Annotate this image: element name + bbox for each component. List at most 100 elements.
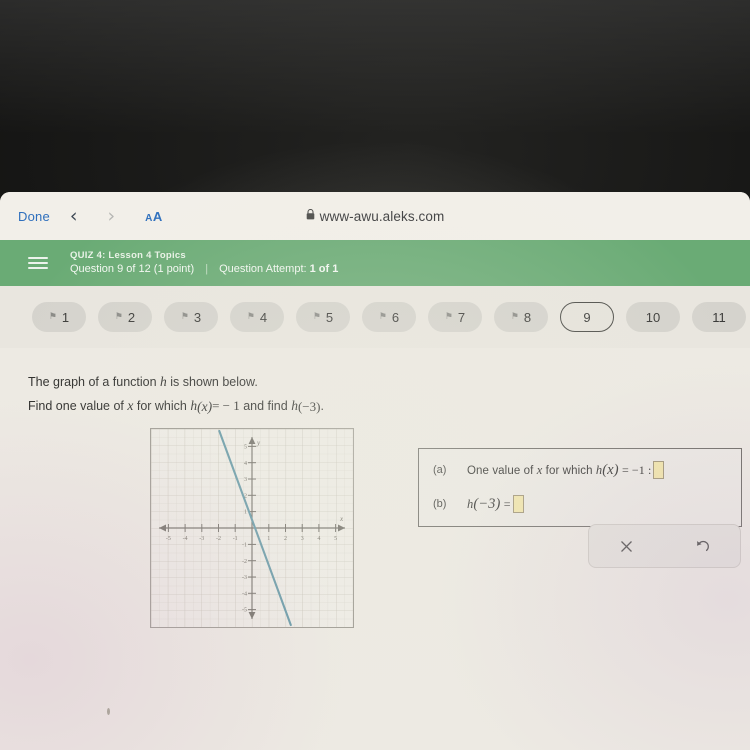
svg-text:-3: -3 (242, 575, 247, 581)
answer-row-a: (a) One value of x for which h(x) = −1 : (433, 461, 727, 479)
svg-text:-3: -3 (199, 536, 204, 542)
prompt-line-2: Find one value of x for which h(x)= − 1 … (28, 394, 722, 419)
quiz-title: QUIZ 4: Lesson 4 Topics (70, 249, 186, 261)
answer-a-text: One value of x for which h(x) = −1 : (467, 462, 651, 479)
question-tab-9[interactable]: 9 (560, 302, 614, 332)
aleks-quiz-header: QUIZ 4: Lesson 4 Topics Question 9 of 12… (0, 240, 750, 286)
question-tab-10[interactable]: 10 (626, 302, 680, 332)
answer-a-label: (a) (433, 464, 447, 476)
flag-icon: ⚑ (378, 310, 387, 321)
url-text: www-awu.aleks.com (319, 208, 445, 224)
hamburger-menu-icon[interactable] (28, 257, 48, 269)
attempt-value: 1 of 1 (309, 262, 339, 275)
prompt-text-e: and find (239, 398, 292, 413)
prompt-text-a: The graph of a function (28, 375, 161, 389)
svg-text:-4: -4 (242, 591, 247, 597)
header-separator: | (205, 262, 209, 275)
prompt-text-c: Find one value of (28, 398, 128, 413)
question-tab-4[interactable]: ⚑ 4 (230, 302, 284, 332)
question-tab-label: 3 (193, 309, 202, 325)
flag-icon: ⚑ (180, 310, 189, 321)
question-tab-label: 4 (259, 309, 268, 325)
question-progress: Question 9 of 12 (1 point) (70, 262, 195, 275)
graph-svg: -5 -4 -3 -2 -1 1 2 3 4 5 5 4 3 2 1 -1 -2… (151, 429, 353, 627)
forward-chevron-icon[interactable]: › (108, 206, 116, 226)
flag-icon: ⚑ (444, 310, 453, 321)
svg-text:3: 3 (244, 477, 247, 483)
answer-a-text-before: One value of (467, 464, 537, 477)
answer-a-equals: = −1 : (621, 462, 652, 477)
svg-text:-1: -1 (242, 543, 247, 549)
answer-a-input[interactable] (653, 461, 665, 479)
back-chevron-icon[interactable]: ‹ (70, 206, 78, 226)
answer-row-b: (b) h(−3) = (433, 495, 727, 513)
answer-a-fn-arg: (x) (602, 461, 619, 478)
question-tab-6[interactable]: ⚑ 6 (362, 302, 416, 332)
question-tab-label: 11 (712, 309, 726, 325)
lock-icon (306, 208, 315, 223)
answer-b-fn-arg: (−3) (473, 495, 501, 512)
answer-b-input[interactable] (512, 495, 524, 513)
attempt-label: Question Attempt: (219, 262, 310, 275)
question-tab-label: 9 (583, 309, 591, 325)
answer-tool-buttons (588, 524, 741, 568)
prompt-arg-neg3: (−3) (297, 398, 321, 414)
prompt-function-h: h (160, 374, 167, 389)
svg-text:1: 1 (244, 510, 247, 516)
svg-text:1: 1 (267, 536, 270, 542)
answer-b-equals: = (503, 496, 511, 511)
flag-icon: ⚑ (114, 310, 123, 321)
tablet-screen: Done ‹ › AA www-awu.aleks.com QUIZ 4: Le (0, 192, 750, 750)
answer-a-text-mid: for which (542, 464, 596, 477)
text-size-small-a: A (145, 212, 153, 224)
undo-arrow-icon (696, 540, 709, 551)
answer-b-label: (b) (433, 498, 447, 510)
browser-toolbar: Done ‹ › AA www-awu.aleks.com (0, 192, 750, 240)
undo-button[interactable] (665, 539, 741, 554)
question-tab-label: 2 (127, 309, 136, 325)
svg-text:-1: -1 (233, 536, 238, 542)
svg-text:-5: -5 (166, 536, 171, 542)
question-tab-2[interactable]: ⚑ 2 (98, 302, 152, 332)
flag-icon: ⚑ (312, 310, 321, 321)
text-size-button[interactable]: AA (145, 209, 163, 224)
question-tab-label: 6 (391, 309, 400, 325)
photo-speck (107, 708, 110, 715)
prompt-equals-neg1: = − 1 (212, 397, 240, 413)
question-tab-label: 7 (457, 309, 466, 325)
question-tab-11[interactable]: 11 (692, 302, 746, 332)
clear-button[interactable] (589, 540, 665, 553)
question-tab-label: 8 (523, 309, 532, 325)
svg-text:2: 2 (284, 536, 287, 542)
text-size-large-a: A (152, 208, 163, 224)
answer-panel: (a) One value of x for which h(x) = −1 :… (418, 448, 742, 527)
question-tab-8[interactable]: ⚑ 8 (494, 302, 548, 332)
question-tab-label: 1 (61, 309, 70, 325)
svg-text:-2: -2 (242, 559, 247, 565)
question-tab-1[interactable]: ⚑ 1 (32, 302, 86, 332)
question-content: The graph of a function h is shown below… (0, 348, 750, 628)
prompt-text-b: is shown below. (166, 375, 258, 389)
svg-text:5: 5 (244, 445, 247, 451)
prompt-function-h3: h (291, 397, 298, 413)
close-x-icon (621, 540, 633, 552)
svg-text:5: 5 (334, 536, 337, 542)
svg-text:-2: -2 (216, 536, 221, 542)
question-tab-strip[interactable]: ⚑ 1 ⚑ 2 ⚑ 3 ⚑ 4 ⚑ 5 ⚑ 6 ⚑ 7 ⚑ 8 9 10 11 (0, 286, 750, 348)
svg-text:-4: -4 (183, 536, 188, 542)
done-button[interactable]: Done (18, 209, 50, 224)
question-tab-5[interactable]: ⚑ 5 (296, 302, 350, 332)
question-prompt: The graph of a function h is shown below… (28, 370, 722, 419)
question-tab-3[interactable]: ⚑ 3 (164, 302, 218, 332)
prompt-text-d: for which (133, 398, 191, 413)
prompt-period: . (320, 398, 324, 413)
svg-text:4: 4 (317, 536, 320, 542)
prompt-arg-x: (x) (197, 398, 213, 414)
flag-icon: ⚑ (510, 310, 519, 321)
function-graph: -5 -4 -3 -2 -1 1 2 3 4 5 5 4 3 2 1 -1 -2… (150, 428, 354, 628)
svg-text:3: 3 (301, 536, 304, 542)
question-tab-7[interactable]: ⚑ 7 (428, 302, 482, 332)
prompt-line-1: The graph of a function h is shown below… (28, 370, 722, 394)
svg-text:4: 4 (244, 461, 247, 467)
answer-b-text: h(−3) = (467, 496, 511, 513)
